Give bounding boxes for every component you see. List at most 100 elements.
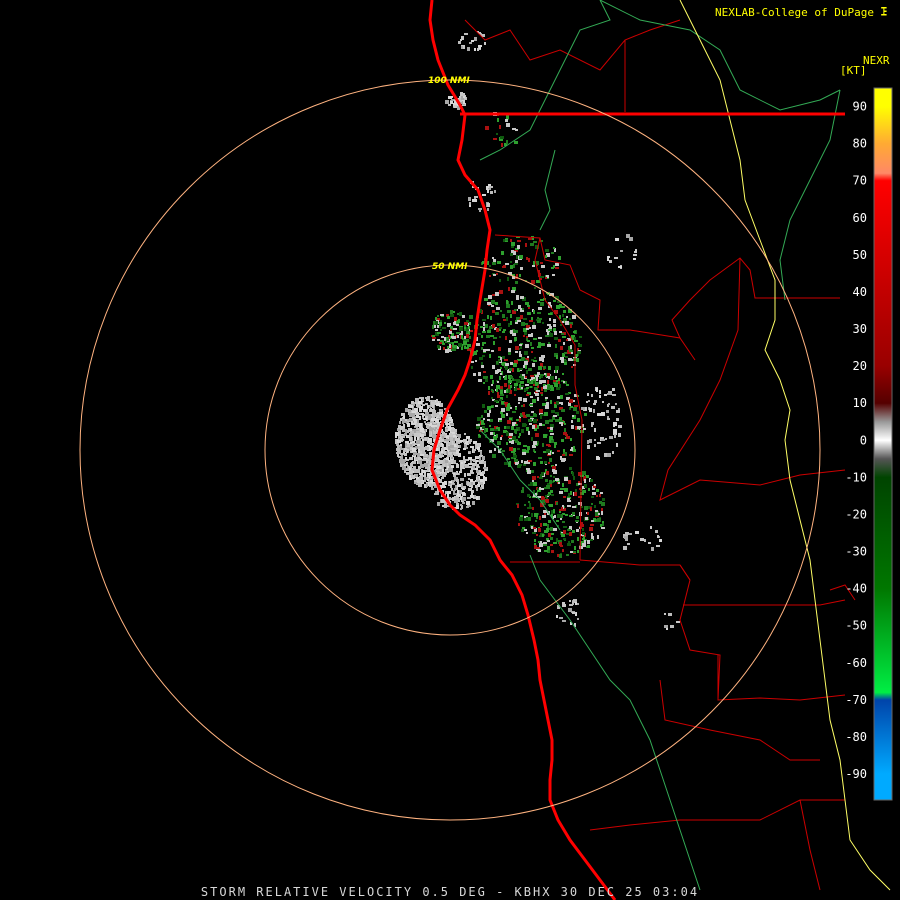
echo-pixel [478, 208, 482, 210]
echo-pixel [424, 463, 428, 467]
echo-pixel [472, 448, 474, 450]
echo-pixel [486, 349, 490, 351]
echo-pixel [601, 508, 603, 511]
echo-pixel [509, 433, 513, 436]
echo-pixel [397, 454, 399, 457]
echo-pixel [532, 325, 536, 329]
logo-icon: ⯿ [873, 6, 888, 19]
echo-pixel [519, 274, 521, 277]
echo-pixel [565, 514, 568, 516]
echo-pixel [427, 476, 429, 478]
echo-pixel [579, 336, 582, 338]
echo-pixel [446, 451, 448, 454]
echo-pixel [525, 344, 529, 348]
echo-pixel [539, 487, 541, 490]
echo-pixel [491, 389, 493, 391]
echo-pixel [447, 491, 451, 494]
echo-pixel [449, 344, 451, 348]
echo-pixel [528, 460, 532, 462]
echo-pixel [531, 317, 533, 320]
echo-pixel [532, 265, 535, 267]
echo-pixel [572, 506, 576, 508]
echo-pixel [519, 354, 522, 357]
echo-pixel [447, 316, 450, 319]
echo-pixel [563, 421, 565, 423]
echo-pixel [519, 376, 521, 378]
echo-pixel [543, 366, 546, 369]
echo-pixel [492, 257, 494, 259]
echo-pixel [539, 535, 542, 537]
echo-pixel [416, 415, 419, 418]
echo-pixel [502, 450, 505, 452]
echo-pixel [471, 485, 473, 488]
echo-pixel [633, 254, 637, 256]
echo-pixel [559, 417, 562, 420]
echo-pixel [558, 339, 561, 342]
echo-pixel [483, 371, 486, 373]
echo-pixel [584, 540, 586, 544]
echo-pixel [547, 344, 551, 347]
echo-pixel [492, 380, 494, 384]
echo-pixel [412, 475, 415, 479]
echo-pixel [525, 376, 527, 378]
echo-pixel [489, 450, 492, 453]
echo-pixel [539, 409, 543, 413]
echo-pixel [614, 434, 616, 438]
echo-pixel [411, 401, 414, 404]
echo-pixel [450, 329, 452, 331]
echo-pixel [597, 518, 601, 522]
echo-pixel [422, 431, 425, 433]
echo-pixel [503, 319, 506, 321]
echo-pixel [510, 362, 513, 365]
echo-pixel [517, 320, 521, 322]
echo-pixel [597, 457, 599, 459]
echo-pixel [582, 471, 586, 475]
echo-pixel [491, 305, 494, 307]
echo-pixel [549, 458, 552, 462]
echo-pixel [509, 418, 512, 420]
echo-pixel [463, 448, 466, 450]
echo-pixel [451, 488, 453, 491]
echo-pixel [481, 335, 483, 338]
echo-pixel [540, 374, 544, 376]
echo-pixel [556, 355, 558, 359]
echo-pixel [521, 405, 523, 407]
echo-pixel [494, 190, 496, 193]
echo-pixel [521, 429, 524, 433]
echo-pixel [436, 448, 438, 451]
echo-pixel [420, 464, 423, 468]
echo-pixel [505, 363, 509, 366]
echo-pixel [514, 394, 516, 396]
echo-pixel [497, 441, 501, 445]
echo-pixel [402, 429, 405, 432]
echo-pixel [496, 273, 498, 275]
echo-pixel [455, 497, 459, 500]
credit-text: NEXLAB-College of DuPage [715, 6, 874, 19]
echo-pixel [540, 302, 544, 306]
echo-pixel [575, 489, 577, 492]
echo-pixel [531, 437, 533, 441]
echo-pixel [555, 412, 559, 414]
echo-pixel [453, 452, 456, 455]
echo-pixel [555, 377, 557, 379]
echo-pixel [588, 400, 590, 402]
echo-pixel [437, 412, 439, 415]
echo-pixel [547, 524, 549, 528]
echo-pixel [478, 379, 482, 382]
echo-pixel [563, 342, 565, 345]
echo-pixel [594, 444, 596, 447]
echo-pixel [460, 508, 462, 510]
echo-pixel [568, 358, 572, 361]
echo-pixel [491, 300, 495, 304]
echo-pixel [515, 407, 517, 410]
echo-pixel [482, 319, 486, 321]
echo-pixel [530, 243, 534, 246]
echo-pixel [512, 411, 516, 413]
echo-pixel [558, 381, 560, 384]
echo-pixel [444, 504, 447, 508]
echo-pixel [531, 347, 534, 349]
echo-pixel [506, 395, 508, 398]
echo-pixel [527, 340, 530, 342]
echo-pixel [537, 425, 539, 429]
echo-pixel [494, 337, 497, 339]
